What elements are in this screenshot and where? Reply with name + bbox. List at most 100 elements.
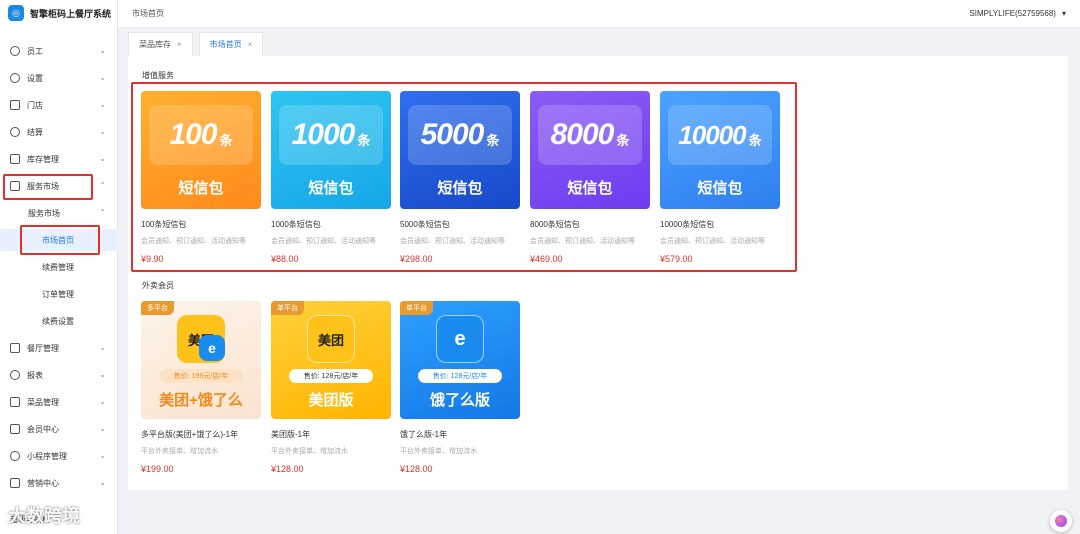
card-title: 美团版-1年 [271,430,311,439]
sms-unit: 条 [219,132,233,148]
sms-label: 短信包 [697,180,743,197]
takeout-card-multi-platform[interactable]: 多平台 美团 e 售价: 199元/店/年 美团+饿了么 多平台版(美团+饿了么… [141,301,261,474]
sidebar-item-restaurant[interactable]: 餐厅管理 ⌄ [0,337,118,359]
sms-number-panel: 10000 条 [668,105,772,165]
sidebar-item-label: 结算 [27,127,43,137]
chevron-up-icon: ⌃ [99,208,106,217]
sidebar-subitem-renewal-settings[interactable]: 续费设置 [0,310,118,332]
chevron-down-icon: ⌄ [99,451,106,460]
chevron-down-icon: ⌄ [99,154,106,163]
member-icon [10,424,20,434]
sidebar-subitem-renewal-management[interactable]: 续费管理 [0,256,118,278]
sms-label: 短信包 [437,180,483,197]
section-title-takeout: 外卖会员 [142,281,174,290]
sidebar-subitem-market-home[interactable]: 市场首页 [0,229,118,251]
market-icon [10,181,20,191]
sms-unit: 条 [748,132,762,148]
sms-card-image: 100 条 短信包 [141,91,261,209]
sidebar-item-label: 服务市场 [27,181,59,191]
sms-card-1000[interactable]: 1000 条 短信包 1000条短信包 会员通知、预订通知、活动通知等 ¥88.… [271,91,391,264]
takeout-card-meituan[interactable]: 单平台 美团 售价: 128元/店/年 美团版 美团版-1年 平台外卖接单、增加… [271,301,391,474]
chevron-down-icon: ⌄ [99,343,106,352]
sidebar-item-store[interactable]: 门店 ⌄ [0,94,118,116]
sidebar-subitem-order-management[interactable]: 订单管理 [0,283,118,305]
takeout-card-image: 单平台 美团 售价: 128元/店/年 美团版 [271,301,391,419]
sidebar-item-label: 营销中心 [27,478,59,488]
gear-icon [10,73,20,83]
section-title-value-added: 增值服务 [142,71,174,80]
tab-dish-inventory[interactable]: 菜品库存 × [128,32,193,56]
close-icon[interactable]: × [248,40,253,49]
card-price: ¥199.00 [141,464,174,474]
sidebar-item-label: 报表 [27,370,43,380]
tab-label: 市场首页 [209,40,242,49]
sms-card-image: 8000 条 短信包 [530,91,650,209]
chevron-down-icon: ⌄ [99,370,106,379]
user-icon [10,46,20,56]
card-description: 会员通知、预订通知、活动通知等 [530,238,635,245]
card-price: ¥298.00 [400,254,433,264]
sms-number-panel: 100 条 [149,105,253,165]
eleme-logo-icon: e [436,315,484,363]
sidebar-item-staff[interactable]: 员工 ⌄ [0,40,118,62]
platform-badge: 多平台 [141,301,174,315]
takeout-card-image: 单平台 e 售价: 128元/店/年 饿了么版 [400,301,520,419]
sidebar-item-miniapp[interactable]: 小程序管理 ⌄ [0,445,118,467]
brand: ◎ 智擎柜码上餐厅系统 [0,0,117,26]
tab-label: 菜品库存 [139,40,171,49]
app-logo-icon: ◎ [8,5,24,21]
sms-card-5000[interactable]: 5000 条 短信包 5000条短信包 会员通知、预订通知、活动通知等 ¥298… [400,91,520,264]
sidebar-item-label: 订单管理 [42,289,74,299]
card-title: 1000条短信包 [271,220,321,229]
sidebar: ◎ 智擎柜码上餐厅系统 员工 ⌄ 设置 ⌄ 门店 ⌄ 结算 ⌄ 库存管理 ⌄ 服… [0,0,118,534]
plan-label: 美团+饿了么 [159,392,243,409]
price-pill: 售价: 199元/店/年 [159,369,243,383]
caret-down-icon: ▾ [1061,9,1066,18]
card-price: ¥128.00 [400,464,433,474]
sidebar-item-dish[interactable]: 菜品管理 ⌄ [0,391,118,413]
card-title: 8000条短信包 [530,220,580,229]
sidebar-item-inventory[interactable]: 库存管理 ⌄ [0,148,118,170]
logo-text: 美团 [317,332,344,348]
sidebar-item-settlement[interactable]: 结算 ⌄ [0,121,118,143]
card-price: ¥9.90 [141,254,164,264]
chevron-down-icon: ⌄ [99,73,106,82]
sidebar-subitem-service-market[interactable]: 服务市场 ⌃ [0,202,118,224]
sidebar-item-settings[interactable]: 设置 ⌄ [0,67,118,89]
sms-card-10000[interactable]: 10000 条 短信包 10000条短信包 会员通知、预订通知、活动通知等 ¥5… [660,91,780,264]
price-pill: 售价: 128元/店/年 [418,369,502,383]
sms-label: 短信包 [178,180,224,197]
sidebar-item-label: 会员中心 [27,424,59,434]
card-price: ¥88.00 [271,254,299,264]
platform-badge: 单平台 [400,301,433,315]
sms-number: 10000 [678,119,746,150]
sidebar-item-report[interactable]: 报表 ⌄ [0,364,118,386]
restaurant-icon [10,343,20,353]
inventory-icon [10,154,20,164]
sms-card-100[interactable]: 100 条 短信包 100条短信包 会员通知、预订通知、活动通知等 ¥9.90 [141,91,261,264]
chevron-down-icon: ⌄ [99,127,106,136]
sidebar-item-label: 库存管理 [27,154,59,164]
takeout-card-eleme[interactable]: 单平台 e 售价: 128元/店/年 饿了么版 饿了么版-1年 平台外卖接单、增… [400,301,520,474]
sms-number: 5000 [420,118,485,151]
user-menu[interactable]: SIMPLYLIFE(52759568) ▾ [969,9,1066,18]
tab-market-home[interactable]: 市场首页 × [198,32,264,56]
watermark: 大数跨境 [8,506,80,526]
dish-icon [10,397,20,407]
main-content: 增值服务 100 条 短信包 100条短信包 会员通知、预订通知、活动通知等 ¥… [128,56,1068,490]
sms-card-8000[interactable]: 8000 条 短信包 8000条短信包 会员通知、预订通知、活动通知等 ¥469… [530,91,650,264]
sidebar-item-service-market[interactable]: 服务市场 ⌃ [0,175,118,197]
sidebar-item-marketing[interactable]: 营销中心 ⌄ [0,472,118,494]
card-price: ¥128.00 [271,464,304,474]
sidebar-item-member[interactable]: 会员中心 ⌄ [0,418,118,440]
breadcrumb: 市场首页 [132,9,164,18]
close-icon[interactable]: × [177,40,182,49]
user-name: SIMPLYLIFE(52759568) [969,9,1056,18]
miniapp-icon [10,451,20,461]
sms-label: 短信包 [567,180,613,197]
card-title: 多平台版(美团+饿了么)-1年 [141,430,239,439]
card-description: 会员通知、预订通知、活动通知等 [141,238,246,245]
assistant-button[interactable] [1050,510,1072,532]
card-title: 5000条短信包 [400,220,450,229]
chevron-down-icon: ⌄ [99,424,106,433]
